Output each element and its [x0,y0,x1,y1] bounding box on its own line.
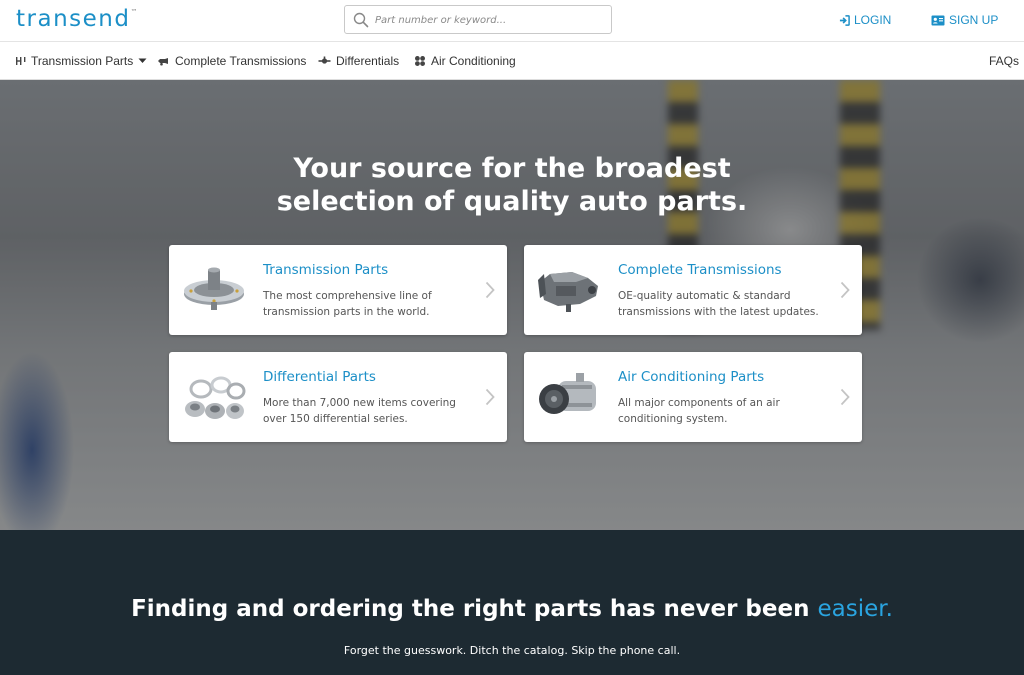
card-complete-transmissions[interactable]: Complete Transmissions OE-quality automa… [524,245,862,335]
bearings-image [185,376,246,419]
hero-title-line2: selection of quality auto parts. [276,186,748,217]
band-title-accent: easier. [817,596,893,622]
nav-label: Transmission Parts [31,54,134,68]
search-box [344,5,612,34]
card-air-conditioning-parts[interactable]: Air Conditioning Parts All major compone… [524,352,862,442]
card-description: All major components of an air condition… [618,397,780,425]
gears-icon [16,57,26,65]
band-title-main: Finding and ordering the right parts has… [131,596,818,622]
transend-logo[interactable]: transend™ [16,6,139,32]
faqs-label: FAQs [989,54,1020,68]
search-input[interactable] [375,10,605,30]
chevron-right-icon [485,281,495,299]
signup-label: SIGN UP [949,13,999,27]
logo-trademark: ™ [130,8,139,16]
chevron-right-icon [840,281,850,299]
site-header: transend™ LOGIN SIGN UP [0,0,1024,42]
nav-label: Complete Transmissions [175,54,307,68]
card-title: Air Conditioning Parts [618,369,765,385]
sign-in-icon [839,14,850,26]
band-title: Finding and ordering the right parts has… [0,596,1024,622]
search-icon[interactable] [353,12,369,28]
chevron-right-icon [485,388,495,406]
main-nav: Transmission Parts Complete Transmission… [0,42,1024,80]
card-title: Differential Parts [263,369,376,385]
card-description: OE-quality automatic & standard transmis… [618,290,819,318]
fan-icon [415,56,425,66]
chevron-right-icon [840,388,850,406]
info-band: Finding and ordering the right parts has… [0,530,1024,675]
login-link[interactable]: LOGIN [839,13,891,27]
nav-item-complete-transmissions[interactable]: Complete Transmissions [157,54,306,68]
login-label: LOGIN [854,13,892,27]
card-description: More than 7,000 new items covering over … [263,397,456,425]
ac-compressor-image [539,373,596,414]
nav-item-differentials[interactable]: Differentials [318,54,399,68]
card-title: Complete Transmissions [618,262,782,278]
signup-link[interactable]: SIGN UP [931,13,998,27]
card-differential-parts[interactable]: Differential Parts More than 7,000 new i… [169,352,507,442]
nav-item-transmission-parts[interactable]: Transmission Parts [15,54,147,68]
band-subtitle: Forget the guesswork. Ditch the catalog.… [343,644,681,657]
nav-label: Air Conditioning [431,54,516,68]
differential-icon [318,56,331,64]
transmission-icon [158,58,168,66]
hero-section: Your source for the broadest selection o… [0,80,1024,530]
caret-down-icon [138,58,147,63]
nav-item-air-conditioning[interactable]: Air Conditioning [414,54,516,68]
hero-overlay [0,80,1024,530]
id-card-icon [931,15,945,25]
hero-title-line1: Your source for the broadest [293,153,731,184]
nav-item-faqs[interactable]: FAQs [989,54,1019,68]
logo-text: transend [16,6,131,32]
card-description: The most comprehensive line of transmiss… [263,290,432,318]
transmission-part-image [184,267,244,310]
card-transmission-parts[interactable]: Transmission Parts The most comprehensiv… [169,245,507,335]
hero-title: Your source for the broadest selection o… [0,152,1024,218]
transmission-image [538,272,598,312]
card-title: Transmission Parts [263,262,389,278]
nav-label: Differentials [336,54,400,68]
